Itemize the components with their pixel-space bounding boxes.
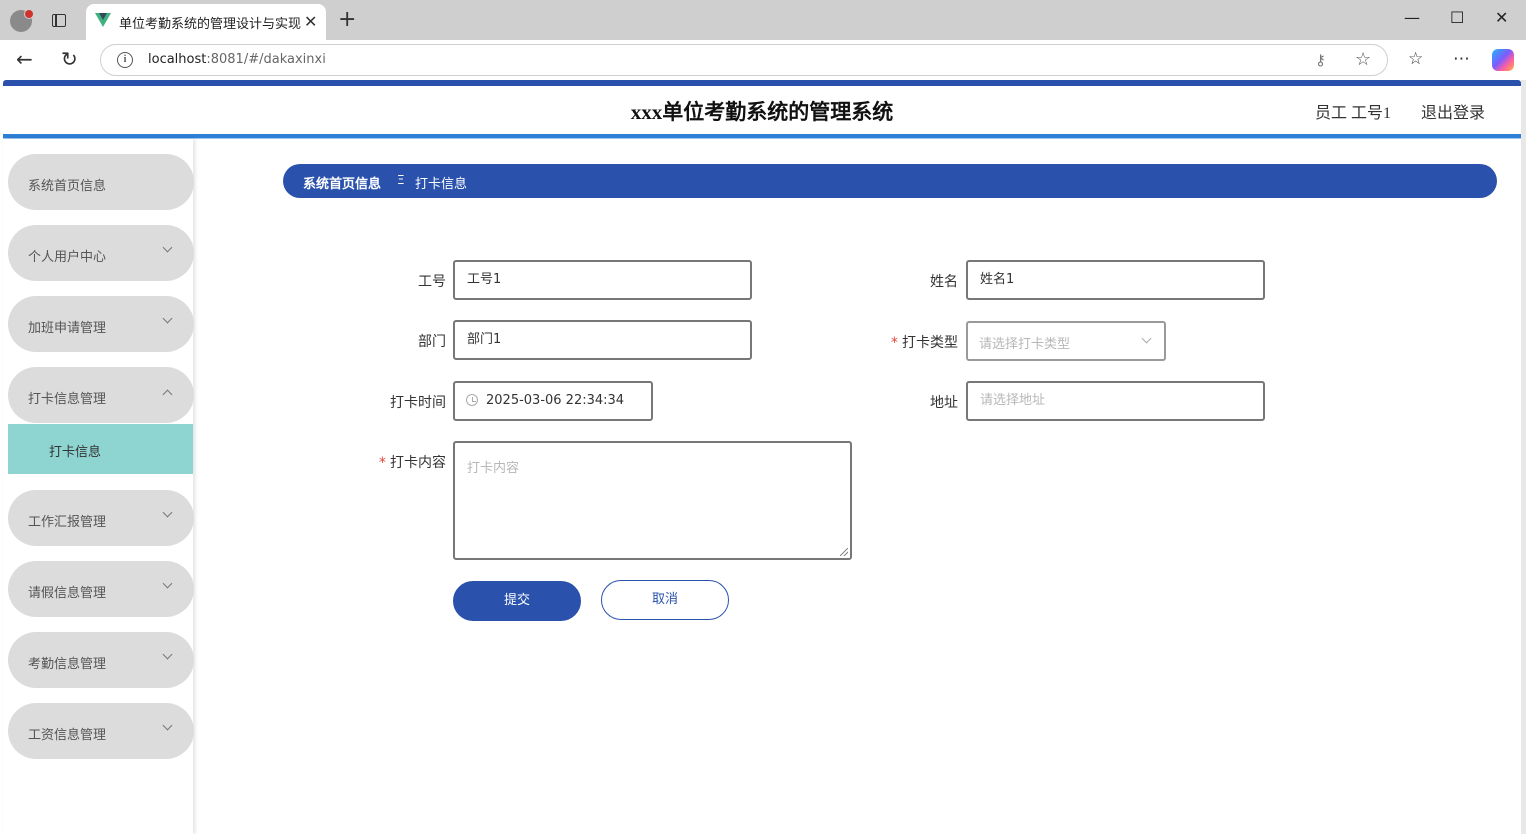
sidebar-subitem-label: 打卡信息 (49, 445, 102, 460)
address-input[interactable]: 请选择地址 (966, 381, 1265, 421)
gonghao-label: 工号 (418, 274, 446, 290)
maximize-icon[interactable]: ☐ (1450, 8, 1464, 27)
sidebar-item-home[interactable]: 系统首页信息 (8, 154, 194, 210)
xingming-input[interactable]: 姓名1 (966, 260, 1265, 300)
chevron-down-icon (162, 313, 173, 324)
sidebar-item-label: 工资信息管理 (28, 728, 107, 743)
breadcrumb-current: 打卡信息 (415, 177, 468, 192)
sidebar-item-attendance[interactable]: 考勤信息管理 (8, 632, 194, 688)
sidebar-item-leave[interactable]: 请假信息管理 (8, 561, 194, 617)
chevron-down-icon (162, 242, 173, 253)
sidebar-item-label: 系统首页信息 (28, 179, 107, 194)
chevron-down-icon (162, 649, 173, 660)
sidebar-item-user-center[interactable]: 个人用户中心 (8, 225, 194, 281)
sidebar-item-label: 个人用户中心 (28, 250, 107, 265)
chevron-down-icon (162, 507, 173, 518)
sidebar-item-label: 请假信息管理 (28, 586, 107, 601)
resize-handle-icon[interactable] (840, 548, 848, 556)
breadcrumb-home[interactable]: 系统首页信息 (303, 173, 381, 192)
sidebar: 系统首页信息 个人用户中心 加班申请管理 打卡信息管理 打卡信息 工作汇报管理 … (3, 139, 194, 834)
sidebar-item-label: 打卡信息管理 (28, 392, 107, 407)
tab-title: 单位考勤系统的管理设计与实现 (119, 17, 302, 32)
bumen-input[interactable]: 部门1 (453, 320, 752, 360)
gonghao-input[interactable]: 工号1 (453, 260, 752, 300)
main-content: 系统首页信息 Ξ 打卡信息 工号 工号1 姓名 姓名1 部门 部门1 * 打卡类型… (198, 139, 1521, 834)
daka-type-label: * 打卡类型 (891, 335, 958, 351)
chevron-down-icon (162, 720, 173, 731)
sidebar-item-label: 加班申请管理 (28, 321, 107, 336)
browser-tab[interactable]: 单位考勤系统的管理设计与实现 ✕ (86, 4, 326, 40)
tabs-icon[interactable] (52, 14, 66, 27)
minimize-icon[interactable]: — (1404, 8, 1420, 27)
address-label: 地址 (930, 395, 958, 411)
profile-icon[interactable] (10, 9, 34, 32)
key-icon[interactable]: ⚷ (1315, 51, 1326, 69)
browser-tab-strip: 单位考勤系统的管理设计与实现 ✕ + — ☐ ✕ (0, 0, 1526, 40)
daka-type-select[interactable]: 请选择打卡类型 (966, 321, 1166, 361)
sidebar-item-overtime[interactable]: 加班申请管理 (8, 296, 194, 352)
daka-time-label: 打卡时间 (390, 395, 446, 411)
header: xxx单位考勤系统的管理系统 员工 工号1 退出登录 (3, 86, 1521, 134)
url-text[interactable]: localhost:8081/#/dakaxinxi (148, 52, 326, 67)
content-label: * 打卡内容 (379, 455, 446, 471)
sidebar-item-clockin[interactable]: 打卡信息管理 (8, 367, 194, 423)
browser-toolbar: ← ↻ i localhost:8081/#/dakaxinxi ⚷ ☆ ☆ ⋯ (0, 40, 1526, 80)
content-textarea[interactable]: 打卡内容 (453, 441, 852, 560)
xingming-label: 姓名 (930, 274, 958, 290)
logout-button[interactable]: 退出登录 (1421, 99, 1485, 123)
window-close-icon[interactable]: ✕ (1495, 8, 1508, 27)
app-root: xxx单位考勤系统的管理系统 员工 工号1 退出登录 系统首页信息 个人用户中心… (3, 80, 1521, 834)
daka-time-picker[interactable]: 2025-03-06 22:34:34 (453, 381, 653, 421)
chevron-down-icon (162, 578, 173, 589)
refresh-icon[interactable]: ↻ (61, 48, 78, 70)
breadcrumb: 系统首页信息 Ξ 打卡信息 (283, 164, 1497, 198)
daka-type-placeholder: 请选择打卡类型 (979, 337, 1071, 352)
clock-icon (466, 394, 478, 406)
sidebar-item-work-report[interactable]: 工作汇报管理 (8, 490, 194, 546)
sidebar-item-label: 工作汇报管理 (28, 515, 107, 530)
sidebar-subitem-clockin-info[interactable]: 打卡信息 (8, 424, 193, 474)
bumen-label: 部门 (418, 334, 446, 350)
sidebar-item-salary[interactable]: 工资信息管理 (8, 703, 194, 759)
more-icon[interactable]: ⋯ (1453, 49, 1470, 69)
submit-button[interactable]: 提交 (453, 581, 581, 621)
content-placeholder: 打卡内容 (467, 461, 520, 476)
breadcrumb-separator: Ξ (397, 173, 405, 187)
back-icon[interactable]: ← (16, 48, 33, 70)
chevron-down-icon (1141, 333, 1152, 344)
sidebar-item-label: 考勤信息管理 (28, 657, 107, 672)
star-icon[interactable]: ☆ (1355, 49, 1371, 70)
cancel-button[interactable]: 取消 (601, 580, 729, 620)
info-icon[interactable]: i (117, 52, 133, 68)
favorites-icon[interactable]: ☆ (1408, 49, 1423, 69)
tab-close-icon[interactable]: ✕ (304, 12, 317, 31)
copilot-icon[interactable] (1492, 49, 1514, 71)
new-tab-button[interactable]: + (338, 8, 356, 32)
chevron-up-icon (162, 389, 173, 400)
window-edge (1521, 80, 1526, 834)
current-user: 员工 工号1 (1315, 105, 1392, 122)
page-title: xxx单位考勤系统的管理系统 (630, 100, 894, 124)
daka-time-value: 2025-03-06 22:34:34 (486, 393, 625, 408)
vue-favicon-icon (95, 13, 111, 27)
address-bar[interactable]: i localhost:8081/#/dakaxinxi ⚷ ☆ (100, 44, 1388, 76)
